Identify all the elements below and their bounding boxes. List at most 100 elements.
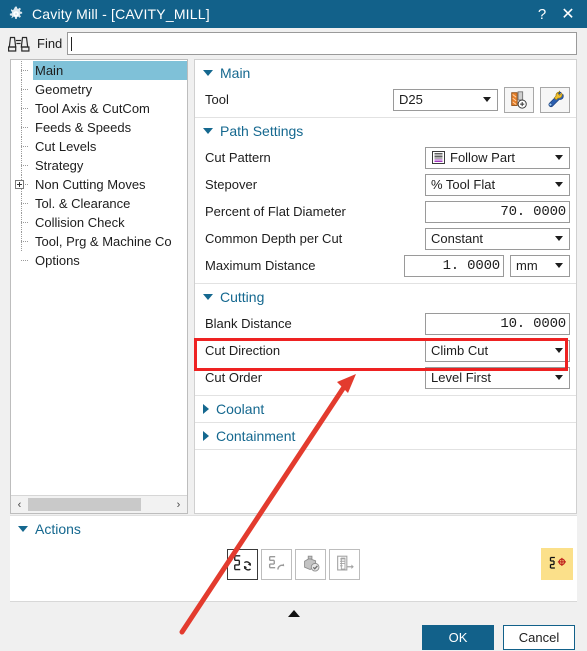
cut-direction-select[interactable]: Climb Cut: [425, 339, 570, 362]
section-header-actions[interactable]: Actions: [10, 516, 577, 542]
new-tool-icon: [511, 90, 527, 109]
chevron-right-icon: [203, 431, 209, 441]
section-title: Cutting: [220, 289, 265, 305]
tree-item-label: Geometry: [35, 82, 93, 97]
tree-item-feeds-speeds[interactable]: Feeds & Speeds: [11, 118, 187, 137]
tree-item-label: Tol. & Clearance: [35, 196, 131, 211]
tree-item-non-cutting-moves[interactable]: Non Cutting Moves: [11, 175, 187, 194]
new-tool-button[interactable]: [504, 86, 534, 113]
window-title: Cavity Mill - [CAVITY_MILL]: [32, 6, 210, 22]
find-input[interactable]: [67, 32, 577, 55]
cut-direction-label: Cut Direction: [205, 343, 281, 358]
tree-item-strategy[interactable]: Strategy: [11, 156, 187, 175]
maximum-distance-label: Maximum Distance: [205, 258, 316, 273]
follow-part-icon: [431, 150, 446, 165]
chevron-down-icon[interactable]: [551, 155, 567, 160]
section-header-path-settings[interactable]: Path Settings: [195, 118, 576, 144]
display-toolpath-button[interactable]: [541, 548, 573, 580]
gear-icon: [8, 6, 24, 22]
settings-panel: Main Tool D25 Path Settings Cut Pattern …: [194, 59, 577, 514]
section-header-containment[interactable]: Containment: [195, 423, 576, 449]
cut-order-select[interactable]: Level First: [425, 366, 570, 389]
group-coolant: Coolant: [195, 396, 576, 423]
list-toolpath-button[interactable]: [329, 548, 360, 580]
row-maximum-distance: Maximum Distance 1. 0000 mm: [195, 252, 576, 279]
scroll-right-icon[interactable]: ›: [170, 496, 187, 513]
chevron-up-icon[interactable]: [287, 609, 300, 617]
tree-gutter: [11, 61, 33, 80]
cut-pattern-select[interactable]: Follow Part: [425, 146, 570, 169]
percent-flat-diameter-label: Percent of Flat Diameter: [205, 204, 346, 219]
tree-item-label: Non Cutting Moves: [35, 177, 146, 192]
group-main: Main Tool D25: [195, 60, 576, 118]
chevron-down-icon: [203, 294, 213, 300]
edit-tool-button[interactable]: [540, 86, 570, 113]
section-header-coolant[interactable]: Coolant: [195, 396, 576, 422]
group-containment: Containment: [195, 423, 576, 450]
cavity-mill-dialog: Cavity Mill - [CAVITY_MILL] ? ✕ Find Mai…: [0, 0, 587, 651]
cancel-button[interactable]: Cancel: [503, 624, 575, 650]
actions-panel: Actions: [10, 515, 577, 603]
tree-item-geometry[interactable]: Geometry: [11, 80, 187, 99]
tree-item-cut-levels[interactable]: Cut Levels: [11, 137, 187, 156]
dialog-footer: OK Cancel: [0, 623, 587, 651]
stepover-select[interactable]: % Tool Flat: [425, 173, 570, 196]
tree-item-label: Collision Check: [35, 215, 125, 230]
replay-toolpath-button[interactable]: [261, 548, 292, 580]
percent-flat-diameter-input[interactable]: 70. 0000: [425, 200, 570, 223]
chevron-down-icon[interactable]: [551, 348, 567, 353]
tree-gutter: [11, 175, 33, 194]
tree-gutter: [11, 99, 33, 118]
tree-item-main[interactable]: Main: [11, 61, 187, 80]
generate-toolpath-icon: [233, 555, 251, 571]
row-tool: Tool D25: [195, 86, 576, 113]
collapse-strip[interactable]: [10, 601, 577, 625]
cut-order-value: Level First: [431, 370, 491, 385]
chevron-down-icon[interactable]: [479, 97, 495, 102]
close-button[interactable]: ✕: [555, 1, 581, 27]
tree-item-tool-axis-cutcom[interactable]: Tool Axis & CutCom: [11, 99, 187, 118]
tree-item-collision-check[interactable]: Collision Check: [11, 213, 187, 232]
maximum-distance-input[interactable]: 1. 0000: [404, 254, 504, 277]
action-buttons: [10, 542, 577, 586]
section-title: Actions: [35, 521, 81, 537]
blank-distance-input[interactable]: 10. 0000: [425, 312, 570, 335]
chevron-down-icon[interactable]: [551, 263, 567, 268]
tree-gutter: [11, 80, 33, 99]
tree-item-label: Tool, Prg & Machine Co: [35, 234, 172, 249]
scroll-track[interactable]: [28, 498, 170, 511]
binoculars-icon: [6, 34, 32, 54]
expand-plus-icon[interactable]: [15, 180, 24, 189]
tool-select[interactable]: D25: [393, 88, 498, 111]
ok-button[interactable]: OK: [422, 624, 494, 650]
tree-item-tool-prg-machine-control[interactable]: Tool, Prg & Machine Co: [11, 232, 187, 251]
section-header-cutting[interactable]: Cutting: [195, 284, 576, 310]
list-toolpath-icon: [336, 555, 354, 571]
verify-toolpath-icon: [303, 555, 319, 572]
chevron-down-icon: [203, 128, 213, 134]
maximum-distance-unit-select[interactable]: mm: [510, 254, 570, 277]
common-depth-select[interactable]: Constant: [425, 227, 570, 250]
tree-item-label: Strategy: [35, 158, 84, 173]
tree-item-options[interactable]: Options: [11, 251, 187, 270]
tree-horizontal-scrollbar[interactable]: ‹ ›: [11, 495, 187, 513]
chevron-down-icon[interactable]: [551, 236, 567, 241]
verify-toolpath-button[interactable]: [295, 548, 326, 580]
scroll-left-icon[interactable]: ‹: [11, 496, 28, 513]
tree-gutter: [11, 232, 33, 251]
chevron-right-icon: [203, 404, 209, 414]
common-depth-label: Common Depth per Cut: [205, 231, 343, 246]
help-button[interactable]: ?: [529, 1, 555, 27]
tree-item-tol-clearance[interactable]: Tol. & Clearance: [11, 194, 187, 213]
chevron-down-icon[interactable]: [551, 375, 567, 380]
row-common-depth-per-cut: Common Depth per Cut Constant: [195, 225, 576, 252]
generate-toolpath-button[interactable]: [227, 548, 258, 580]
chevron-down-icon[interactable]: [551, 182, 567, 187]
common-depth-value: Constant: [431, 231, 484, 246]
cut-pattern-value: Follow Part: [450, 150, 516, 165]
section-header-main[interactable]: Main: [195, 60, 576, 86]
tree-gutter: [11, 251, 33, 270]
section-title: Main: [220, 65, 251, 81]
row-blank-distance: Blank Distance 10. 0000: [195, 310, 576, 337]
display-toolpath-icon: [549, 556, 566, 569]
